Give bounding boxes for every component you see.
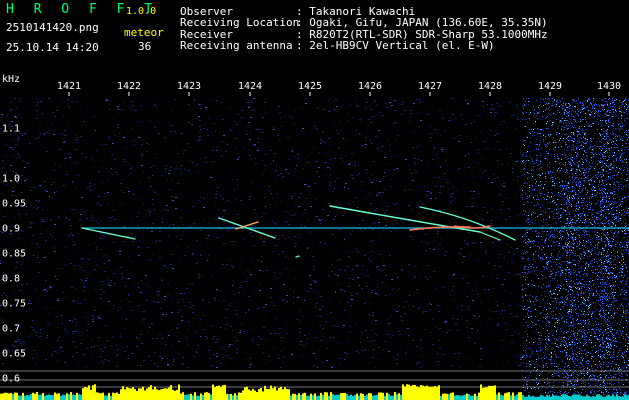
- info-value-antenna: : 2el-HB9CV Vertical (el. E-W): [296, 39, 495, 52]
- info-label-location: Receiving Location: [180, 16, 300, 29]
- event-type-label: meteor: [124, 26, 164, 39]
- info-label-antenna: Receiving antenna: [180, 39, 293, 52]
- y-tick-label: 0.95: [2, 198, 27, 210]
- file-name: 2510141420.png: [6, 21, 99, 34]
- x-tick-label: 1429: [537, 81, 563, 92]
- event-count: 36: [138, 40, 152, 53]
- y-tick-label: 0.6: [2, 373, 21, 385]
- x-tick-label: 1423: [176, 81, 202, 92]
- info-value-location: : Ogaki, Gifu, JAPAN (136.60E, 35.35N): [296, 16, 548, 29]
- y-tick-label: 1.1: [2, 123, 21, 135]
- spectrogram-plot: [0, 92, 629, 400]
- x-tick-label: 1421: [56, 81, 82, 92]
- x-tick-label: 1428: [477, 81, 503, 92]
- y-tick-label: 0.9: [2, 223, 21, 235]
- app-version: 1.0.0: [126, 6, 157, 17]
- y-tick-label: 1.0: [2, 173, 21, 185]
- y-tick-label: 0.8: [2, 273, 21, 285]
- y-tick-label: 0.65: [2, 348, 27, 360]
- x-tick-label: 1425: [297, 81, 323, 92]
- y-tick-label: 0.85: [2, 248, 27, 260]
- x-tick-label: 1424: [237, 81, 263, 92]
- y-tick-label: 0.7: [2, 323, 21, 335]
- axis-unit-label: kHz: [2, 74, 21, 85]
- x-tick-label: 1426: [357, 81, 383, 92]
- y-tick-label: 0.75: [2, 298, 27, 310]
- x-tick-label: 1427: [417, 81, 443, 92]
- timestamp: 25.10.14 14:20: [6, 41, 99, 54]
- x-tick-label: 1430: [596, 81, 622, 92]
- x-tick-label: 1422: [116, 81, 142, 92]
